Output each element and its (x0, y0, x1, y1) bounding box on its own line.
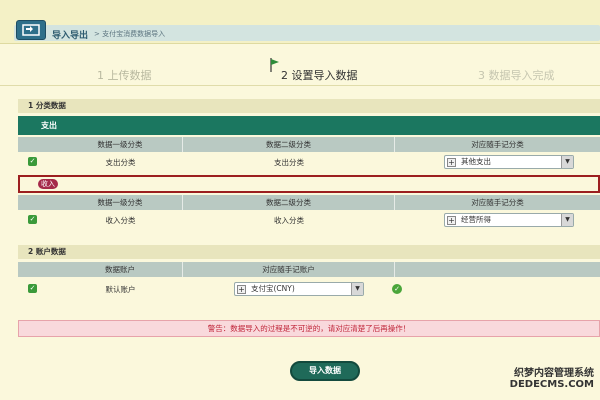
account-select[interactable]: + 支付宝(CNY) ▼ (234, 282, 364, 296)
col-status (395, 262, 600, 277)
account-table-header: 数据账户 对应随手记账户 (18, 262, 600, 277)
section-category-title: 1 分类数据 (18, 99, 600, 113)
import-export-icon (16, 20, 46, 40)
page-header: 导入导出 > 支付宝消费数据导入 (0, 0, 600, 44)
page-title: 导入导出 (52, 31, 89, 41)
dropdown-arrow-icon[interactable]: ▼ (561, 214, 573, 226)
income-label: 收入 (38, 179, 58, 189)
account-row: ✓ 默认账户 + 支付宝(CNY) ▼ ✓ (18, 281, 600, 298)
check-icon[interactable]: ✓ (28, 284, 37, 293)
watermark: 织梦内容管理系统 DEDECMS.COM (510, 364, 594, 390)
check-icon[interactable]: ✓ (28, 215, 37, 224)
expense-cat1: 支出分类 (105, 158, 136, 167)
wizard-steps: 1 上传数据 2 设置导入数据 3 数据导入完成 (0, 58, 600, 86)
breadcrumb: > 支付宝消费数据导入 (94, 30, 166, 38)
dropdown-arrow-icon[interactable]: ▼ (561, 156, 573, 168)
col-mapped: 对应随手记分类 (471, 198, 524, 207)
import-data-button[interactable]: 导入数据 (290, 361, 360, 381)
watermark-line1: 织梦内容管理系统 (514, 368, 594, 379)
expense-category-select[interactable]: + 其他支出 ▼ (444, 155, 574, 169)
expense-row: ✓ 支出分类 支出分类 + 其他支出 ▼ (18, 154, 600, 171)
plus-icon[interactable]: + (447, 216, 456, 225)
select-value: 其他支出 (461, 157, 491, 166)
section-account-title: 2 账户数据 (18, 245, 600, 259)
step-settings: 2 设置导入数据 (281, 69, 358, 82)
check-icon[interactable]: ✓ (28, 157, 37, 166)
income-table-header: 数据一级分类 数据二级分类 对应随手记分类 (18, 195, 600, 210)
col-cat2: 数据二级分类 (183, 195, 395, 210)
col-cat1: 数据一级分类 (58, 195, 183, 210)
income-row: ✓ 收入分类 收入分类 + 经营所得 ▼ (18, 212, 600, 229)
col-cat1: 数据一级分类 (58, 137, 183, 152)
col-cat2: 数据二级分类 (183, 137, 395, 152)
income-category-select[interactable]: + 经营所得 ▼ (444, 213, 574, 227)
step-upload: 1 上传数据 (97, 69, 152, 82)
col-mapped: 对应随手记分类 (471, 140, 524, 149)
income-group-header: 收入 (18, 175, 600, 193)
dropdown-arrow-icon[interactable]: ▼ (351, 283, 363, 295)
watermark-line2: DEDECMS.COM (509, 379, 594, 390)
select-value: 支付宝(CNY) (251, 284, 295, 293)
col-mapped-account: 对应随手记账户 (183, 262, 395, 277)
expense-table-header: 数据一级分类 数据二级分类 对应随手记分类 (18, 137, 600, 152)
account-name: 默认账户 (105, 285, 136, 294)
plus-icon[interactable]: + (237, 285, 246, 294)
income-cat2: 收入分类 (274, 216, 304, 225)
plus-icon[interactable]: + (447, 158, 456, 167)
select-value: 经营所得 (461, 215, 491, 224)
expense-cat2: 支出分类 (274, 158, 304, 167)
ok-icon: ✓ (392, 284, 402, 294)
warning-banner: 警告：数据导入的过程是不可逆的，请对应清楚了后再操作！ (18, 320, 600, 337)
flag-icon (270, 58, 279, 72)
income-cat1: 收入分类 (105, 216, 136, 225)
expense-group-header: 支出 (18, 116, 600, 135)
step-complete: 3 数据导入完成 (478, 69, 555, 82)
col-account: 数据账户 (58, 262, 183, 277)
